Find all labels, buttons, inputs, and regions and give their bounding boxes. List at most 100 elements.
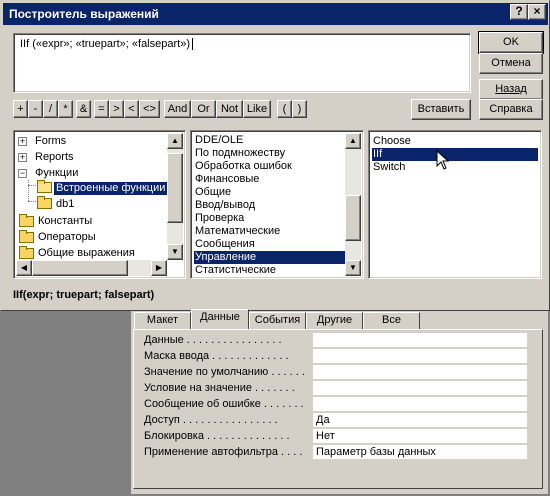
operator-or-button[interactable]: Or [191,100,216,118]
operator-concat-button[interactable]: & [76,100,91,118]
vertical-scrollbar[interactable]: ▲ ▼ [345,133,361,276]
property-label: Блокировка . . . . . . . . . . . . . . [144,430,290,442]
scroll-down-button[interactable]: ▼ [345,260,361,276]
scroll-up-button[interactable]: ▲ [167,133,183,149]
tree-item-db1[interactable]: db1 [56,198,74,211]
expression-builder-dialog: Построитель выражений ? × IIf («expr»; «… [0,0,550,311]
functions-list-pane[interactable]: Choose IIf Switch [368,130,542,279]
scroll-thumb[interactable] [32,260,128,276]
scroll-thumb[interactable] [345,195,361,241]
insert-button[interactable]: Вставить [411,99,471,120]
scroll-thumb[interactable] [167,153,183,223]
tab-label: События [254,314,301,326]
tab-data[interactable]: Данные [191,309,249,329]
syntax-hint: IIf(expr; truepart; falsepart) [13,289,155,301]
list-item[interactable]: Choose [372,135,538,148]
tab-layout[interactable]: Макет [134,312,191,329]
horizontal-scrollbar[interactable]: ◀ ▶ [16,260,167,276]
scroll-up-button[interactable]: ▲ [345,133,361,149]
property-row: Условие на значение . . . . . . . [144,381,536,396]
expression-input[interactable]: IIf («expr»; «truepart»; «falsepart») [13,33,471,93]
property-value-field[interactable] [313,397,527,411]
tree-item-common-expressions[interactable]: Общие выражения [38,247,135,260]
list-item[interactable]: По подмножеству [194,147,347,160]
question-icon: ? [515,4,523,18]
list-item[interactable]: Проверка [194,212,347,225]
expand-icon[interactable]: + [18,137,27,146]
property-value-field[interactable]: Да [313,413,527,427]
operator-open-paren-button[interactable]: ( [277,100,292,118]
property-value-field[interactable] [313,349,527,363]
property-value-field[interactable]: Нет [313,429,527,443]
tab-all[interactable]: Все [363,312,420,329]
operator-and-button[interactable]: And [164,100,191,118]
tree-item-label: Встроенные функции [56,182,166,194]
list-item-selected[interactable]: Управление [194,251,347,264]
property-value-field[interactable] [313,381,527,395]
operator-close-paren-button[interactable]: ) [292,100,307,118]
tab-events[interactable]: События [249,312,306,329]
expand-icon[interactable]: + [18,153,27,162]
help-button[interactable]: Справка [479,99,543,120]
operator-not-equal-button[interactable]: <> [139,100,160,118]
operator-equals-button[interactable]: = [94,100,109,118]
list-item[interactable]: Ввод/вывод [194,199,347,212]
property-value-field[interactable] [313,333,527,347]
cancel-button[interactable]: Отмена [479,53,543,74]
list-item[interactable]: Switch [372,161,538,174]
tree-item-constants[interactable]: Константы [38,215,92,228]
operator-minus-button[interactable]: - [28,100,43,118]
back-button[interactable]: Назад [479,79,543,100]
list-item[interactable]: Статистические [194,264,347,277]
scroll-right-button[interactable]: ▶ [151,260,167,276]
operator-like-button[interactable]: Like [243,100,271,118]
tree-item-operators[interactable]: Операторы [38,231,96,244]
folder-icon [19,246,34,259]
operator-label: - [33,103,38,115]
list-item-label: Управление [195,251,257,263]
list-item-label: IIf [373,148,383,160]
help-button-label: Справка [489,103,533,115]
vertical-scrollbar[interactable]: ▲ ▼ [167,133,183,260]
property-value-field[interactable] [313,365,527,379]
operator-not-button[interactable]: Not [216,100,243,118]
property-row: Доступ . . . . . . . . . . . . . . . . Д… [144,413,536,428]
operator-label: And [167,103,188,115]
help-title-button[interactable]: ? [510,4,528,20]
close-title-button[interactable]: × [528,4,546,20]
list-item-selected[interactable]: IIf [372,148,538,161]
operator-label: & [79,103,88,115]
tree-item-label: Общие выражения [38,247,135,259]
list-item[interactable]: DDE/OLE [194,134,347,147]
property-label: Доступ . . . . . . . . . . . . . . . . [144,414,278,426]
ok-button[interactable]: OK [478,31,544,54]
operator-plus-button[interactable]: + [13,100,28,118]
close-icon: × [533,4,541,18]
operator-multiply-button[interactable]: * [58,100,73,118]
list-item[interactable]: Финансовые [194,173,347,186]
list-item-label: Статистические [195,264,277,276]
list-item-label: Общие [195,186,232,198]
property-panel: Данные . . . . . . . . . . . . . . . . М… [133,329,543,489]
operator-label: Like [246,103,268,115]
categories-list-pane[interactable]: DDE/OLE По подмножеству Обработка ошибок… [190,130,364,279]
property-label: Применение автофильтра . . . . [144,446,303,458]
list-item[interactable]: Сообщения [194,238,347,251]
collapse-icon[interactable]: − [18,169,27,178]
tree-connector [28,180,29,201]
tab-other[interactable]: Другие [306,312,363,329]
tree-item-builtin-functions[interactable]: Встроенные функции [54,182,168,195]
scroll-down-button[interactable]: ▼ [167,244,183,260]
list-item[interactable]: Математические [194,225,347,238]
list-item[interactable]: Общие [194,186,347,199]
title-bar[interactable]: Построитель выражений [3,3,548,25]
operator-divide-button[interactable]: / [43,100,58,118]
operator-less-button[interactable]: < [124,100,139,118]
objects-tree-pane[interactable]: + Forms + Reports − Функции Встроенные ф… [13,130,186,279]
operator-label: + [17,103,24,115]
list-item[interactable]: Обработка ошибок [194,160,347,173]
operator-greater-button[interactable]: > [109,100,124,118]
scroll-left-button[interactable]: ◀ [16,260,32,276]
list-item-label: Choose [373,135,411,147]
property-value-field[interactable]: Параметр базы данных [313,445,527,459]
